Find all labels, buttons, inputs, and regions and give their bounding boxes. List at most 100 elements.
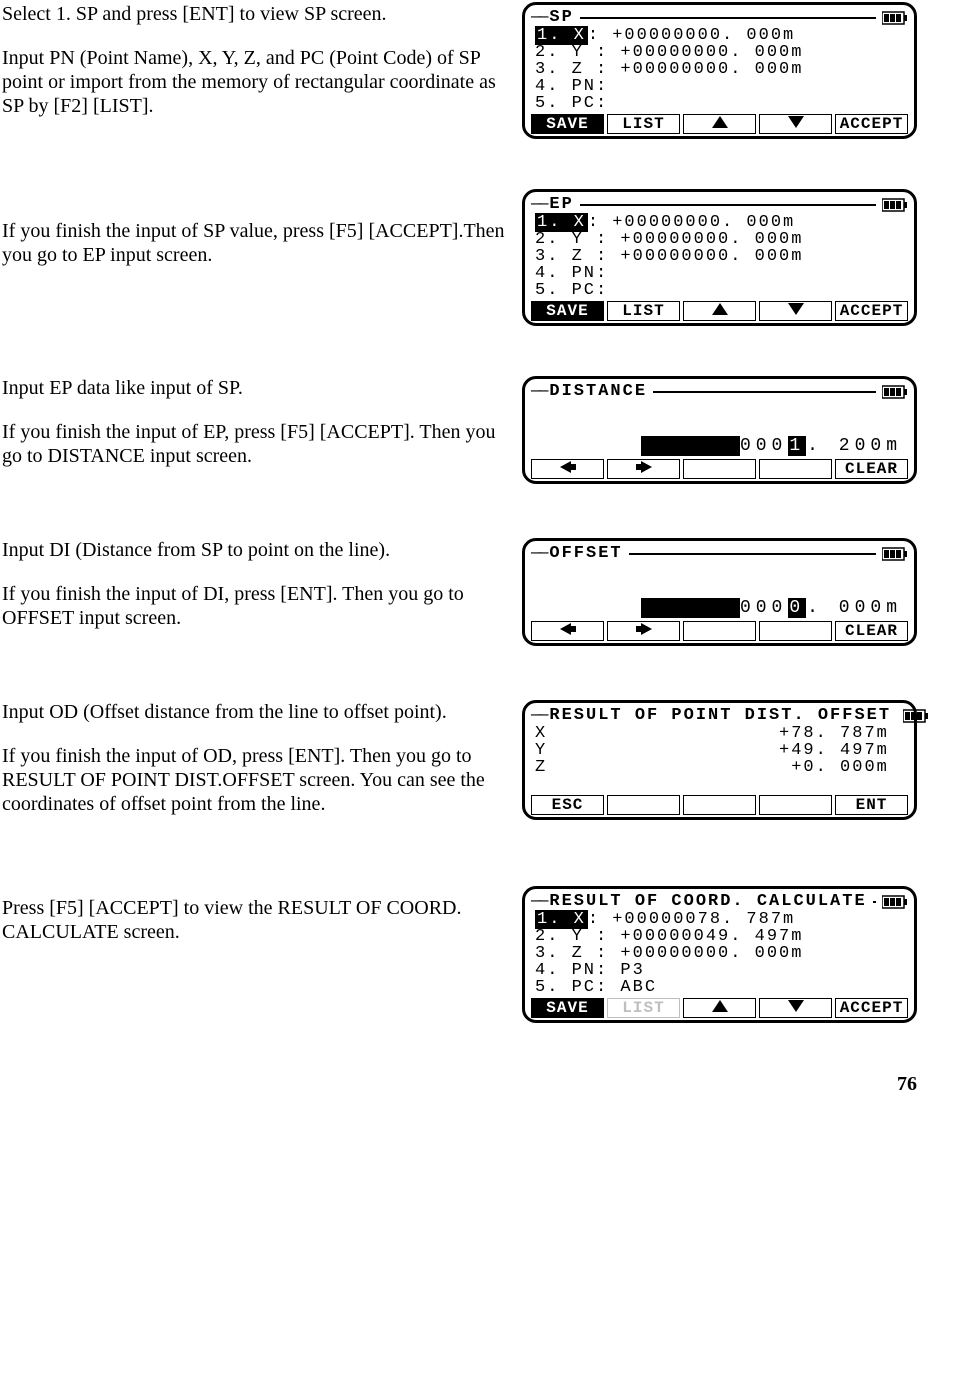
function-key-row: SAVELIST ACCEPT [531, 301, 908, 321]
lcd-title-row: ——RESULT OF POINT DIST. OFFSET [531, 707, 908, 725]
fkey[interactable] [531, 621, 604, 641]
arrow-up-icon [711, 999, 729, 1018]
screen-illustration: ——RESULT OF POINT DIST. OFFSETX +78. 787… [522, 700, 917, 820]
fkey[interactable] [683, 114, 756, 134]
input-field[interactable]: 0001. 200m [531, 437, 908, 457]
function-key-row: CLEAR [531, 621, 908, 641]
field-row: 4. PN: [535, 78, 908, 95]
fkey[interactable] [683, 795, 756, 815]
function-key-row: CLEAR [531, 459, 908, 479]
fkey[interactable] [759, 114, 832, 134]
fkey[interactable]: ACCEPT [835, 998, 908, 1018]
instruction-step: Input EP data like input of SP. If you fi… [2, 376, 917, 488]
lcd-body: 1. X: +00000078. 787m2. Y : +00000049. 4… [531, 911, 908, 996]
fkey[interactable] [759, 795, 832, 815]
lcd-title: DISTANCE [545, 383, 651, 401]
function-key-row: SAVELIST ACCEPT [531, 114, 908, 134]
field-row: 1. X: +00000000. 000m [535, 214, 908, 231]
fkey[interactable] [683, 998, 756, 1018]
lcd-title: EP [545, 196, 577, 214]
instruction-step: If you finish the input of SP value, pre… [2, 189, 917, 326]
fkey[interactable]: CLEAR [835, 459, 908, 479]
lcd-title-row: ——DISTANCE [531, 383, 908, 401]
fkey[interactable] [607, 621, 680, 641]
fkey[interactable] [759, 301, 832, 321]
fkey[interactable] [759, 459, 832, 479]
fkey[interactable]: LIST [607, 301, 680, 321]
battery-icon [882, 11, 908, 25]
fkey[interactable] [607, 795, 680, 815]
fkey[interactable] [759, 998, 832, 1018]
lcd-screen: ——RESULT OF COORD. CALCULATE1. X: +00000… [522, 886, 917, 1023]
arrow-down-icon [787, 302, 805, 321]
fkey[interactable] [683, 301, 756, 321]
step-text: Input EP data like input of SP. If you fi… [2, 376, 522, 488]
instruction-paragraph: Input PN (Point Name), X, Y, Z, and PC (… [2, 46, 512, 118]
field-row: 3. Z : +00000000. 000m [535, 248, 908, 265]
battery-icon [882, 895, 908, 909]
fkey[interactable]: ACCEPT [835, 301, 908, 321]
fkey[interactable] [683, 621, 756, 641]
fkey[interactable]: LIST [607, 114, 680, 134]
arrow-down-icon [787, 999, 805, 1018]
instruction-paragraph: If you finish the input of EP, press [F5… [2, 420, 512, 468]
lcd-screen: ——OFFSET 0000. 000m CLEAR [522, 538, 917, 646]
screen-illustration: ——RESULT OF COORD. CALCULATE1. X: +00000… [522, 886, 917, 1023]
step-text: If you finish the input of SP value, pre… [2, 189, 522, 287]
field-row: 5. PC: [535, 282, 908, 299]
fkey[interactable] [683, 459, 756, 479]
fkey[interactable]: LIST [607, 998, 680, 1018]
field-row: 1. X: +00000078. 787m [535, 911, 908, 928]
instruction-step: Press [F5] [ACCEPT] to view the RESULT O… [2, 886, 917, 1023]
fkey[interactable]: ESC [531, 795, 604, 815]
lcd-screen: ——DISTANCE 0001. 200m CLEAR [522, 376, 917, 484]
lcd-title-row: ——SP [531, 9, 908, 27]
battery-icon [903, 709, 929, 723]
arrow-right-icon [635, 460, 653, 479]
lcd-screen: ——SP1. X: +00000000. 000m2. Y : +0000000… [522, 2, 917, 139]
instruction-step: Input OD (Offset distance from the line … [2, 700, 917, 836]
result-row: X +78. 787m [535, 725, 908, 742]
page-number: 76 [2, 1073, 917, 1096]
instruction-paragraph: Input EP data like input of SP. [2, 376, 512, 400]
instruction-step: Select 1. SP and press [ENT] to view SP … [2, 2, 917, 139]
fkey[interactable] [759, 621, 832, 641]
fkey[interactable]: SAVE [531, 301, 604, 321]
field-row: 4. PN: P3 [535, 962, 908, 979]
screen-illustration: ——EP1. X: +00000000. 000m2. Y : +0000000… [522, 189, 917, 326]
fkey[interactable]: ENT [835, 795, 908, 815]
lcd-title-row: ——RESULT OF COORD. CALCULATE [531, 893, 908, 911]
lcd-title-row: ——OFFSET [531, 545, 908, 563]
instruction-paragraph: Select 1. SP and press [ENT] to view SP … [2, 2, 512, 26]
step-text: Press [F5] [ACCEPT] to view the RESULT O… [2, 886, 522, 964]
screen-illustration: ——OFFSET 0000. 000m CLEAR [522, 538, 917, 646]
field-row: 5. PC: [535, 95, 908, 112]
lcd-body: X +78. 787mY +49. 497mZ +0. 000m [531, 725, 908, 793]
field-row: 2. Y : +00000000. 000m [535, 231, 908, 248]
lcd-screen: ——EP1. X: +00000000. 000m2. Y : +0000000… [522, 189, 917, 326]
lcd-title-row: ——EP [531, 196, 908, 214]
fkey[interactable]: SAVE [531, 998, 604, 1018]
instruction-paragraph: Input OD (Offset distance from the line … [2, 700, 512, 724]
input-field[interactable]: 0000. 000m [531, 599, 908, 619]
arrow-right-icon [635, 622, 653, 641]
lcd-title: OFFSET [545, 545, 626, 563]
fkey[interactable]: ACCEPT [835, 114, 908, 134]
instruction-paragraph: Input DI (Distance from SP to point on t… [2, 538, 512, 562]
fkey[interactable] [531, 459, 604, 479]
fkey[interactable]: SAVE [531, 114, 604, 134]
fkey[interactable] [607, 459, 680, 479]
field-row: 4. PN: [535, 265, 908, 282]
function-key-row: SAVELIST ACCEPT [531, 998, 908, 1018]
step-text: Input DI (Distance from SP to point on t… [2, 538, 522, 650]
screen-illustration: ——SP1. X: +00000000. 000m2. Y : +0000000… [522, 2, 917, 139]
lcd-title: RESULT OF POINT DIST. OFFSET [545, 707, 895, 725]
field-row: 5. PC: ABC [535, 979, 908, 996]
result-row: Z +0. 000m [535, 759, 908, 776]
lcd-body: 1. X: +00000000. 000m2. Y : +00000000. 0… [531, 27, 908, 112]
instruction-paragraph: If you finish the input of SP value, pre… [2, 219, 512, 267]
instruction-paragraph: Press [F5] [ACCEPT] to view the RESULT O… [2, 896, 512, 944]
fkey[interactable]: CLEAR [835, 621, 908, 641]
field-row: 1. X: +00000000. 000m [535, 27, 908, 44]
field-row: 3. Z : +00000000. 000m [535, 61, 908, 78]
